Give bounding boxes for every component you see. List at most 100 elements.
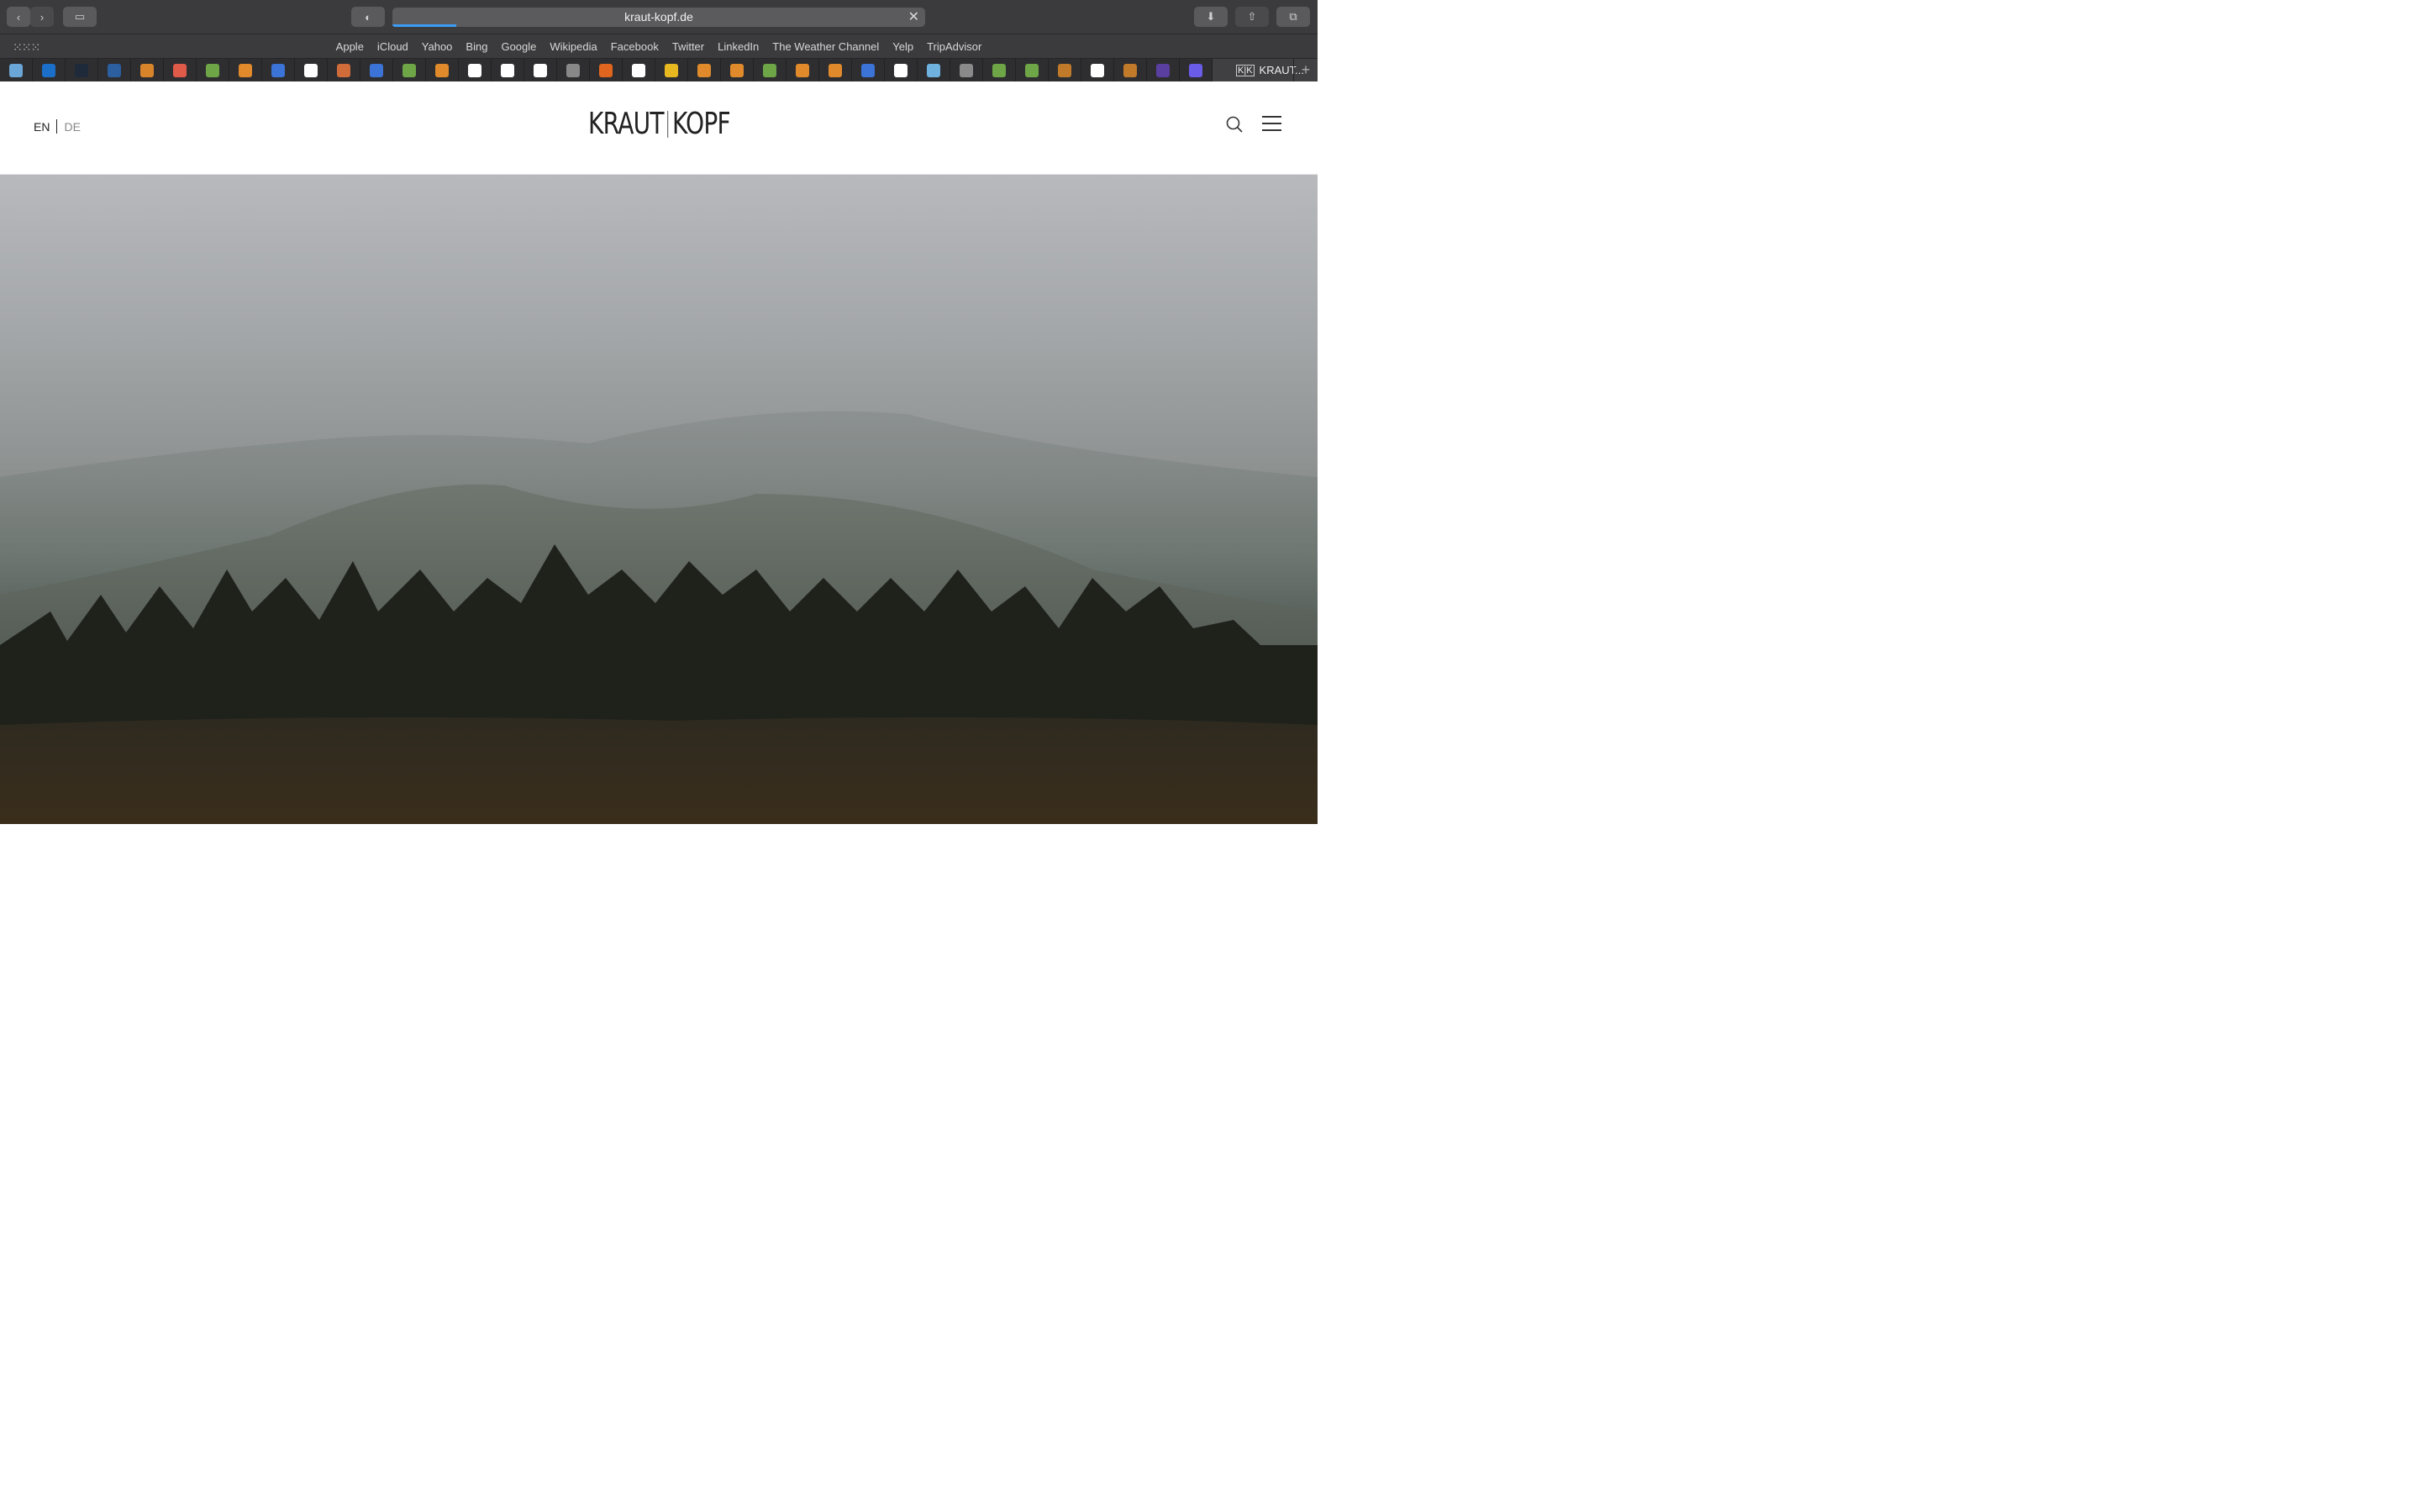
ring-icon <box>599 63 613 77</box>
shield-icon <box>75 63 88 77</box>
pinned-tab[interactable] <box>33 59 66 81</box>
pinned-tab[interactable] <box>524 59 557 81</box>
pinned-tab[interactable] <box>918 59 950 81</box>
pinned-tab[interactable] <box>1147 59 1180 81</box>
pinned-tab[interactable] <box>262 59 295 81</box>
b-icon <box>960 63 973 77</box>
pinned-tab[interactable] <box>66 59 98 81</box>
close-icon[interactable]: ✕ <box>908 8 919 27</box>
url-text: kraut-kopf.de <box>624 10 693 24</box>
address-bar[interactable]: kraut-kopf.de ✕ <box>392 8 925 27</box>
pinned-tab[interactable] <box>131 59 164 81</box>
pinned-tab[interactable] <box>98 59 131 81</box>
pinned-tab[interactable] <box>459 59 492 81</box>
hamburger-menu-icon[interactable] <box>1262 116 1281 131</box>
favorites-bar: ⁙⁙⁙ Apple iCloud Yahoo Bing Google Wikipedia F… <box>0 34 1318 58</box>
forward-button[interactable]: › <box>30 7 54 27</box>
pinned-tab[interactable] <box>655 59 688 81</box>
pinned-tabs <box>0 59 1213 81</box>
pinned-tab[interactable] <box>983 59 1016 81</box>
pinned-tab[interactable] <box>426 59 459 81</box>
pinned-tab[interactable] <box>393 59 426 81</box>
favorite-link[interactable]: Twitter <box>672 40 704 53</box>
apps-grid-icon[interactable]: ⁙⁙⁙ <box>13 40 40 55</box>
star-icon <box>140 63 154 77</box>
pinned-tab[interactable] <box>623 59 655 81</box>
site-logo[interactable]: KRAUT KOPF <box>588 107 731 141</box>
google-icon <box>501 63 514 77</box>
pinned-tab[interactable] <box>1016 59 1049 81</box>
krautkopf-favicon-icon: K|K <box>1236 64 1255 76</box>
pinned-tab[interactable] <box>885 59 918 81</box>
pinned-tab[interactable] <box>721 59 754 81</box>
pinned-tab[interactable] <box>1114 59 1147 81</box>
pinned-tab[interactable] <box>819 59 852 81</box>
outlook-icon <box>42 63 55 77</box>
pinned-tab[interactable] <box>360 59 393 81</box>
search-icon[interactable] <box>1226 116 1243 133</box>
pinned-tab[interactable] <box>295 59 328 81</box>
share-button[interactable]: ⇧ <box>1235 7 1269 27</box>
tabs-overview-button[interactable]: ⧉ <box>1276 7 1310 27</box>
lang-de-link[interactable]: DE <box>64 120 80 134</box>
privacy-button[interactable]: ◐ <box>351 7 385 27</box>
divider <box>56 119 58 134</box>
weather-icon <box>9 63 23 77</box>
load-progress-bar <box>392 24 457 27</box>
sidebar-icon: ▭ <box>74 10 86 23</box>
pinned-tab[interactable] <box>1049 59 1081 81</box>
google-icon <box>534 63 547 77</box>
github-icon <box>468 63 481 77</box>
pinned-tab[interactable] <box>950 59 983 81</box>
sidebar-button[interactable]: ▭ <box>63 7 97 27</box>
favorite-link[interactable]: Apple <box>336 40 364 53</box>
favorite-link[interactable]: Wikipedia <box>550 40 597 53</box>
pinned-tab[interactable] <box>229 59 262 81</box>
downloads-button[interactable]: ⬇ <box>1194 7 1228 27</box>
logo-right: KOPF <box>671 107 731 141</box>
w3-icon <box>763 63 776 77</box>
chevron-right-icon: › <box>39 10 45 24</box>
pinned-tab[interactable] <box>328 59 360 81</box>
w3-icon <box>1025 63 1039 77</box>
favorite-link[interactable]: Google <box>501 40 536 53</box>
favorite-link[interactable]: TripAdvisor <box>927 40 981 53</box>
pinned-tab[interactable] <box>0 59 33 81</box>
pinned-tab[interactable] <box>1180 59 1213 81</box>
download-icon: ⬇ <box>1206 10 1216 23</box>
mail-icon <box>1189 63 1202 77</box>
favorite-link[interactable]: Facebook <box>611 40 659 53</box>
plus-icon: + <box>1301 61 1311 78</box>
pinned-tab[interactable] <box>492 59 524 81</box>
new-tab-button[interactable]: + <box>1293 59 1318 81</box>
pinned-tab[interactable] <box>164 59 197 81</box>
google-icon <box>894 63 908 77</box>
favorite-link[interactable]: Yelp <box>892 40 913 53</box>
w3-icon <box>402 63 416 77</box>
favorite-link[interactable]: Yahoo <box>422 40 453 53</box>
pinned-tab[interactable] <box>197 59 229 81</box>
pinned-tab[interactable] <box>852 59 885 81</box>
pinned-tab[interactable] <box>754 59 786 81</box>
browser-toolbar: ‹ › ▭ ◐ kraut-kopf.de ✕ ⬇ ⇧ ⧉ <box>0 0 1318 34</box>
pinned-tab[interactable] <box>1081 59 1114 81</box>
tabs-icon: ⧉ <box>1289 10 1297 23</box>
logo-left: KRAUT <box>588 107 665 141</box>
chevron-left-icon: ‹ <box>16 10 21 24</box>
stack-icon <box>435 63 449 77</box>
lang-en-link[interactable]: EN <box>34 120 50 134</box>
stack-icon <box>829 63 842 77</box>
favorite-link[interactable]: LinkedIn <box>718 40 759 53</box>
back-button[interactable]: ‹ <box>7 7 30 27</box>
favorite-link[interactable]: iCloud <box>377 40 408 53</box>
favorites-links: Apple iCloud Yahoo Bing Google Wikipedia Faceb… <box>336 40 982 53</box>
favorite-link[interactable]: Bing <box>466 40 487 53</box>
w3-icon <box>206 63 219 77</box>
bug-icon <box>927 63 940 77</box>
pinned-tab[interactable] <box>590 59 623 81</box>
pinned-tab[interactable] <box>688 59 721 81</box>
pinned-tab[interactable] <box>786 59 819 81</box>
favorite-link[interactable]: The Weather Channel <box>772 40 879 53</box>
pinned-tab[interactable] <box>557 59 590 81</box>
google-icon <box>304 63 318 77</box>
